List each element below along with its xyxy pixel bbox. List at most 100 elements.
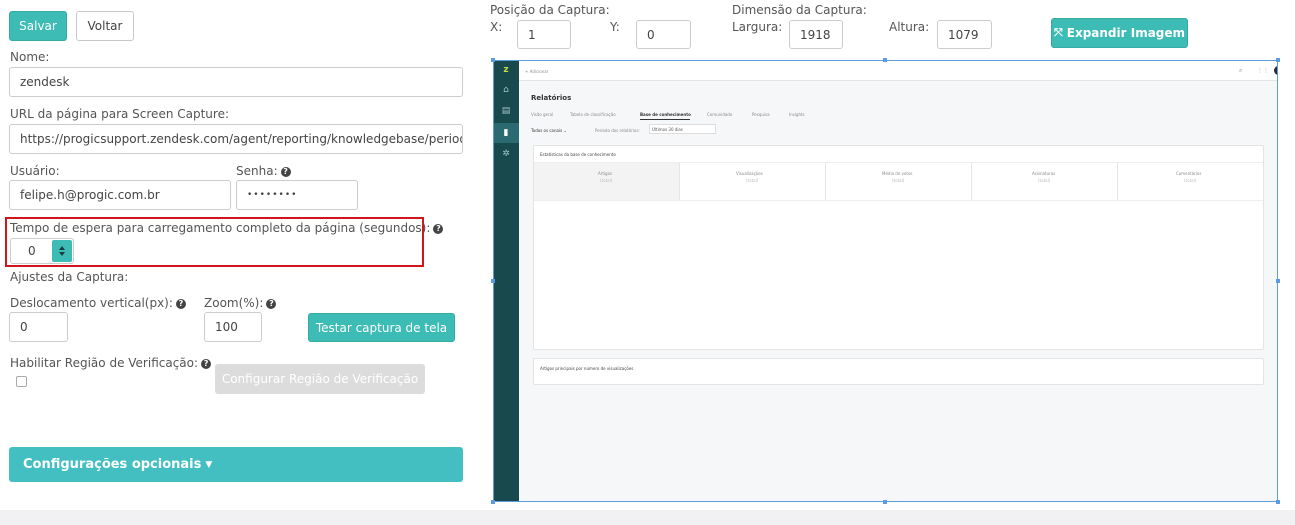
stat-col-comments: Comentários (total) (1118, 163, 1263, 200)
x-label: X: (490, 20, 503, 34)
stat-col-name: Assinaturas (1032, 171, 1056, 176)
help-icon[interactable]: ? (433, 223, 444, 234)
add-link: + Adicionar (525, 69, 549, 74)
save-button[interactable]: Salvar (9, 11, 67, 41)
tab-leaderboard: Tabela de classificação (570, 112, 616, 117)
help-icon[interactable]: ? (175, 298, 186, 309)
zendesk-sidebar: z ⌂ ▤ ▮ ✲ (494, 61, 519, 501)
stat-col-sub: (total) (1184, 178, 1197, 183)
resize-handle[interactable] (1276, 58, 1280, 62)
wait-label-row: Tempo de espera para carregamento comple… (10, 221, 444, 235)
zoom-label-row: Zoom(%):? (204, 296, 277, 310)
tab-community: Comunidade (707, 112, 733, 117)
expand-icon: ⤧ (1053, 26, 1063, 39)
height-input[interactable]: 1079 (937, 20, 992, 49)
optional-settings-label: Configurações opcionais (23, 457, 202, 472)
gear-icon: ✲ (502, 149, 510, 159)
expand-image-button[interactable]: ⤧ Expandir Imagem (1051, 18, 1188, 48)
password-input[interactable]: •••••••• (236, 180, 358, 210)
stat-col-sub: (total) (1038, 178, 1051, 183)
user-input[interactable]: felipe.h@progic.com.br (9, 180, 231, 210)
url-input[interactable]: https://progicsupport.zendesk.com/agent/… (9, 124, 463, 154)
height-label: Altura: (889, 20, 930, 34)
stat-col-sub: (total) (600, 178, 613, 183)
name-input[interactable]: zendesk (9, 67, 463, 97)
stepper-arrows[interactable] (52, 240, 72, 262)
period-label: Período dos relatórios: (595, 128, 640, 133)
avatar (1274, 66, 1277, 75)
test-capture-button[interactable]: Testar captura de tela (308, 313, 455, 342)
dimension-label: Dimensão da Captura: (732, 3, 867, 17)
verify-region-label: Habilitar Região de Verificação: (10, 356, 199, 370)
optional-settings-toggle[interactable]: Configurações opcionais ▼ (9, 447, 463, 482)
stat-col-subscriptions: Assinaturas (total) (972, 163, 1118, 200)
wait-label: Tempo de espera para carregamento comple… (10, 221, 431, 235)
stepper-arrows-icon (59, 246, 65, 256)
stats-card: Estatísticas da base de conhecimento Art… (533, 145, 1264, 350)
width-input[interactable]: 1918 (789, 20, 843, 49)
caret-down-icon: ▼ (205, 459, 213, 470)
configure-region-button[interactable]: Configurar Região de Verificação (215, 364, 425, 394)
password-label: Senha: (236, 164, 278, 178)
vertical-offset-label-row: Deslocamento vertical(px):? (10, 296, 186, 310)
stat-col-articles: Artigos (total) (534, 163, 680, 200)
resize-handle[interactable] (883, 58, 887, 62)
zoom-label: Zoom(%): (204, 296, 264, 310)
book-icon: ▤ (501, 106, 511, 116)
reports-title: Relatórios (531, 94, 572, 102)
stat-col-name: Média de votos (882, 171, 913, 176)
y-label: Y: (610, 20, 620, 34)
vertical-offset-input[interactable]: 0 (9, 312, 68, 342)
zendesk-logo-icon: z (503, 65, 509, 75)
period-select: Últimos 30 dias (649, 124, 716, 134)
name-label: Nome: (10, 50, 50, 64)
resize-handle[interactable] (1276, 500, 1280, 504)
stat-col-sub: (total) (892, 178, 905, 183)
resize-handle[interactable] (491, 279, 495, 283)
help-icon[interactable]: ? (280, 166, 291, 177)
stat-col-sub: (total) (746, 178, 759, 183)
bar-chart-icon: ▮ (503, 128, 509, 138)
resize-handle[interactable] (883, 500, 887, 504)
password-label-row: Senha:? (236, 164, 291, 178)
help-icon[interactable]: ? (201, 358, 212, 369)
user-label: Usuário: (10, 164, 60, 178)
url-label: URL da página para Screen Capture: (10, 107, 229, 121)
verify-region-checkbox[interactable] (16, 376, 27, 387)
width-label: Largura: (732, 20, 783, 34)
stat-col-votes: Média de votos (total) (826, 163, 972, 200)
x-input[interactable]: 1 (517, 20, 571, 49)
tab-insights: Insights (789, 112, 805, 117)
channels-filter: Todos os canais ⌄ (531, 128, 567, 133)
resize-handle[interactable] (491, 58, 495, 62)
back-button[interactable]: Voltar (76, 11, 134, 41)
stat-col-name: Visualizações (736, 171, 763, 176)
active-tab-underline (640, 119, 690, 120)
home-icon: ⌂ (503, 85, 509, 95)
capture-preview[interactable]: z ⌂ ▤ ▮ ✲ + Adicionar ⌕ ⋮⋮ Relatórios Vi… (493, 60, 1278, 502)
tab-search: Pesquisa (752, 112, 770, 117)
y-input[interactable]: 0 (636, 20, 691, 49)
expand-image-label: Expandir Imagem (1066, 26, 1186, 40)
help-icon[interactable]: ? (266, 298, 277, 309)
apps-icon: ⋮⋮ (1257, 67, 1269, 74)
stats-title: Estatísticas da base de conhecimento (540, 152, 616, 157)
resize-handle[interactable] (491, 500, 495, 504)
verify-region-label-row: Habilitar Região de Verificação:? (10, 356, 212, 370)
zoom-input[interactable]: 100 (204, 312, 262, 342)
search-icon: ⌕ (1239, 67, 1243, 74)
stat-col-name: Artigos (598, 171, 613, 176)
stat-col-name: Comentários (1176, 171, 1202, 176)
capture-settings-label: Ajustes da Captura: (10, 270, 129, 284)
wait-time-value: 0 (28, 244, 36, 258)
tab-overview: Visão geral (531, 112, 554, 117)
stat-col-views: Visualizações (total) (680, 163, 826, 200)
top-articles-card: Artigos principais por número de visuali… (533, 358, 1264, 385)
tab-knowledge-base: Base de conhecimento (640, 112, 691, 117)
top-articles-title: Artigos principais por número de visuali… (540, 366, 634, 371)
position-label: Posição da Captura: (490, 3, 610, 17)
vertical-offset-label: Deslocamento vertical(px): (10, 296, 173, 310)
zendesk-header: + Adicionar ⌕ ⋮⋮ (519, 61, 1277, 81)
divider (534, 200, 1263, 201)
resize-handle[interactable] (1276, 279, 1280, 283)
